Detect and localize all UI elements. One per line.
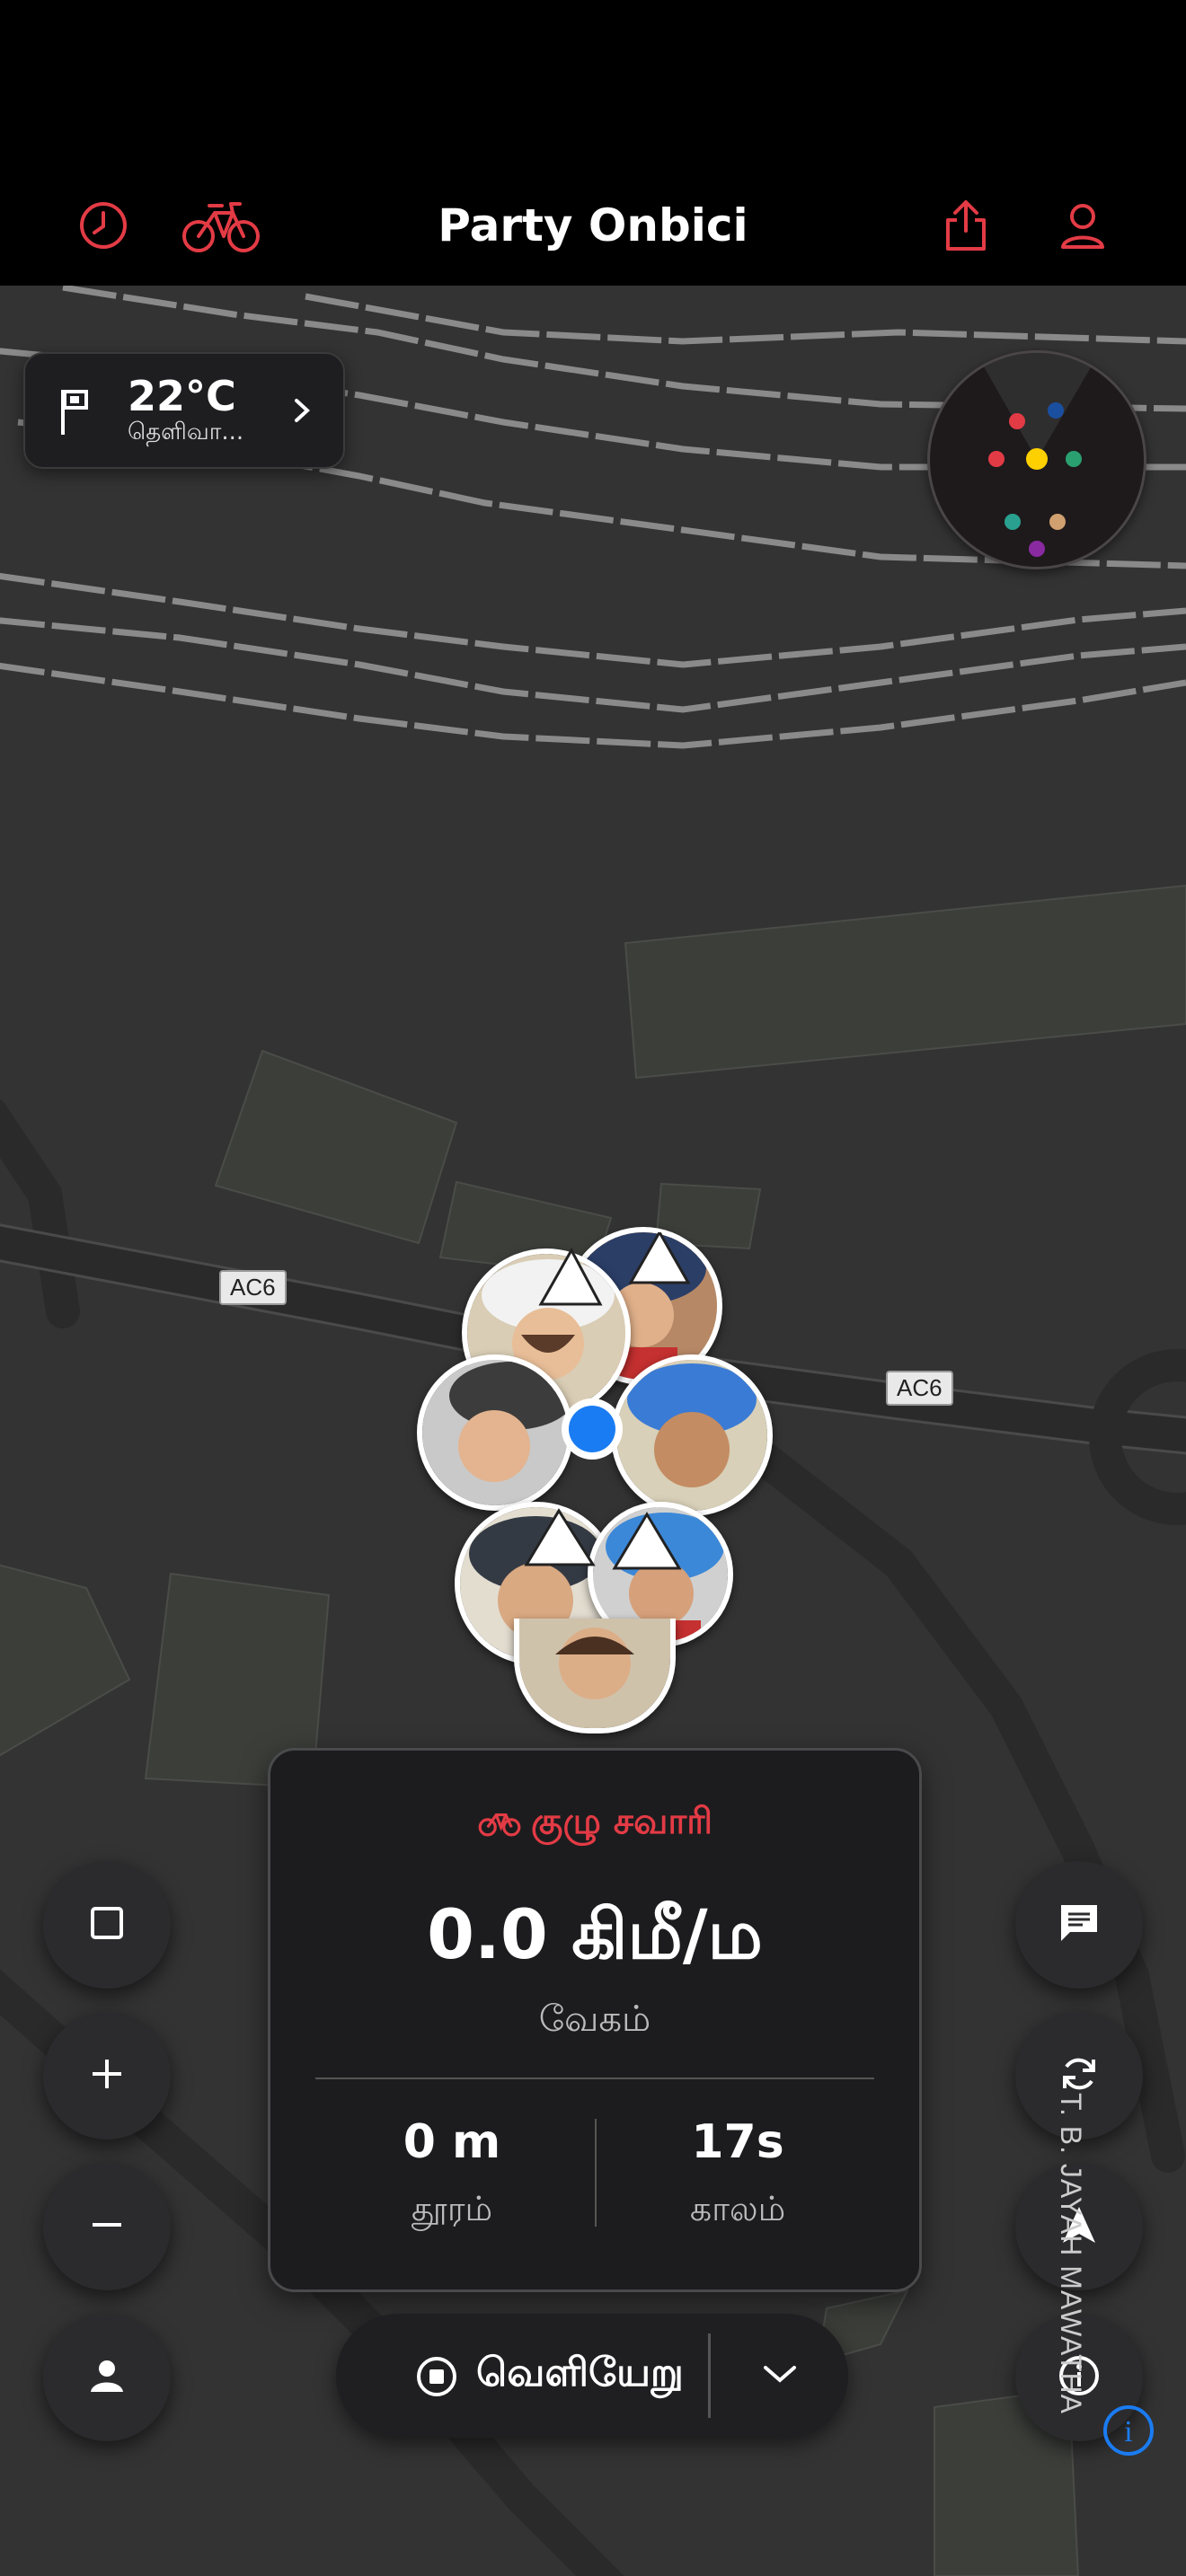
- road-label: AC6: [886, 1371, 953, 1406]
- profile-button[interactable]: [43, 2314, 171, 2441]
- ride-mode-label: குழு சவாரி: [530, 1801, 713, 1842]
- flag-icon: [58, 386, 90, 440]
- square-icon: [89, 1905, 125, 1945]
- stop-icon: [415, 2355, 458, 2402]
- radar-dot: [1026, 448, 1048, 470]
- zoom-in-button[interactable]: [43, 2012, 171, 2139]
- speed-value: 0.0 கிமீ/ம: [427, 1894, 763, 1974]
- group-radar[interactable]: [927, 350, 1146, 569]
- radar-dot: [1066, 451, 1082, 467]
- bicycle-icon: [478, 1813, 521, 1837]
- radar-dot: [1029, 541, 1045, 557]
- chat-icon: [1058, 1901, 1101, 1948]
- current-location-dot: [562, 1398, 623, 1460]
- time-value: 17s: [691, 2115, 784, 2169]
- radar-dot: [1009, 413, 1025, 429]
- page-title: Party Onbici: [438, 199, 748, 251]
- svg-text:i: i: [1124, 2415, 1132, 2448]
- stop-square-button[interactable]: [43, 1861, 171, 1989]
- share-icon[interactable]: [925, 185, 1006, 266]
- chevron-down-icon: [762, 2362, 798, 2389]
- zoom-out-button[interactable]: [43, 2163, 171, 2290]
- distance-label: தூரம்: [411, 2189, 493, 2228]
- map-attribution-icon[interactable]: i: [1102, 2404, 1155, 2461]
- exit-options-dropdown[interactable]: [717, 2314, 843, 2438]
- radar-dot: [1048, 402, 1064, 419]
- minus-icon: [89, 2207, 125, 2246]
- time-label: காலம்: [689, 2189, 786, 2228]
- weather-condition: தெளிவா...: [128, 419, 244, 446]
- chevron-right-icon: [291, 395, 313, 429]
- speed-label: வேகம்: [538, 1998, 651, 2040]
- distance-value: 0 m: [403, 2115, 501, 2169]
- divider: [315, 2078, 874, 2079]
- weather-widget[interactable]: 22°C தெளிவா...: [23, 352, 345, 469]
- exit-label: வெளியேறு: [476, 2350, 684, 2395]
- user-icon[interactable]: [1042, 185, 1123, 266]
- top-bar: Party Onbici: [0, 0, 1186, 286]
- heading-indicators: [538, 1232, 691, 1306]
- road-label: AC6: [219, 1270, 287, 1305]
- person-icon: [87, 2356, 127, 2399]
- divider: [595, 2119, 597, 2227]
- heading-indicators: [524, 1508, 682, 1570]
- radar-dot: [1005, 514, 1021, 530]
- ride-mode: குழு சவாரி: [270, 1801, 919, 1847]
- radar-dot: [1049, 514, 1066, 530]
- temperature: 22°C: [128, 372, 236, 420]
- exit-bar: வெளியேறு: [336, 2314, 848, 2438]
- divider: [708, 2333, 711, 2418]
- chat-button[interactable]: [1015, 1861, 1143, 1989]
- ride-stats-card: குழு சவாரி 0.0 கிமீ/ம வேகம் 0 m தூரம் 17…: [268, 1748, 922, 2292]
- plus-icon: [89, 2056, 125, 2095]
- radar-dot: [988, 451, 1005, 467]
- exit-button[interactable]: வெளியேறு: [372, 2314, 704, 2438]
- street-label: T. B. JAYAH MAWATHA: [1055, 2093, 1087, 2414]
